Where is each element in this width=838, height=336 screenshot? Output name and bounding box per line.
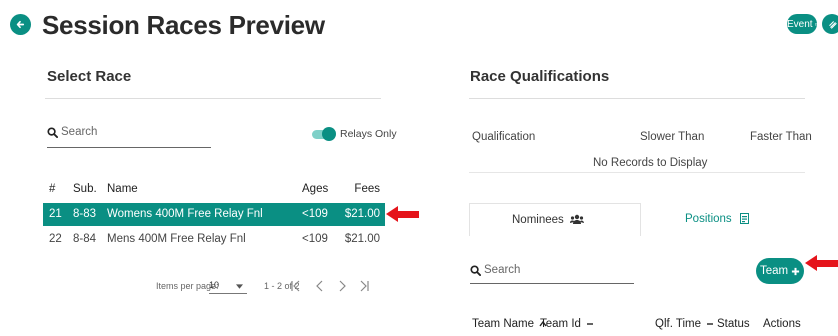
col-slower-than: Slower Than bbox=[640, 131, 705, 143]
col-name: Name bbox=[107, 183, 138, 195]
col-num: # bbox=[49, 183, 56, 195]
first-page-icon[interactable] bbox=[291, 280, 301, 292]
sort-neutral-icon bbox=[587, 323, 594, 325]
row-ages: <109 bbox=[302, 233, 328, 245]
col-faster-than: Faster Than bbox=[750, 131, 812, 143]
tab-nominees[interactable]: Nominees bbox=[469, 203, 641, 236]
col-team-id-label: Team Id bbox=[540, 318, 581, 330]
divider bbox=[45, 98, 381, 99]
col-actions: Actions bbox=[763, 318, 801, 330]
tab-positions-label: Positions bbox=[685, 213, 732, 225]
team-search-input[interactable]: Search bbox=[484, 264, 520, 276]
event-button[interactable]: Event bbox=[787, 14, 817, 34]
row-num: 21 bbox=[49, 208, 62, 220]
select-race-title: Select Race bbox=[47, 68, 132, 85]
row-fees: $21.00 bbox=[344, 208, 380, 220]
empty-state-text: No Records to Display bbox=[593, 157, 708, 169]
col-qualification: Qualification bbox=[472, 131, 536, 143]
divider bbox=[469, 98, 805, 99]
row-fees: $21.00 bbox=[344, 233, 380, 245]
users-icon bbox=[570, 214, 584, 224]
tab-nominees-label: Nominees bbox=[512, 214, 564, 226]
calendar-icon bbox=[814, 22, 817, 26]
relays-only-label: Relays Only bbox=[340, 128, 397, 140]
event-button-label: Event bbox=[787, 18, 813, 30]
col-team-name-label: Team Name bbox=[472, 318, 534, 330]
row-sub: 8-83 bbox=[73, 208, 97, 220]
sort-neutral-icon bbox=[707, 323, 714, 325]
col-fees: Fees bbox=[354, 183, 380, 195]
row-sub: 8-84 bbox=[73, 233, 97, 245]
col-status: Status bbox=[717, 318, 750, 330]
previous-page-icon[interactable] bbox=[316, 280, 324, 292]
col-team-name[interactable]: Team Name bbox=[472, 318, 547, 330]
plus-icon bbox=[791, 267, 800, 275]
row-name: Womens 400M Free Relay Fnl bbox=[107, 208, 263, 220]
toggle-thumb bbox=[322, 127, 336, 141]
paperclip-icon bbox=[828, 20, 837, 29]
link-button[interactable] bbox=[822, 14, 838, 34]
list-icon bbox=[740, 213, 749, 224]
col-qlf-time-label: Qlf. Time bbox=[655, 318, 702, 330]
next-page-icon[interactable] bbox=[338, 280, 346, 292]
relays-only-toggle[interactable] bbox=[312, 127, 336, 141]
search-icon bbox=[47, 127, 58, 138]
row-name: Mens 400M Free Relay Fnl bbox=[107, 233, 246, 245]
caret-down-icon bbox=[236, 284, 243, 289]
arrow-left-icon bbox=[16, 20, 25, 29]
last-page-icon[interactable] bbox=[359, 280, 369, 292]
col-team-id[interactable]: Team Id bbox=[540, 318, 594, 330]
team-search-field[interactable]: Search bbox=[470, 260, 634, 284]
row-ages: <109 bbox=[302, 208, 328, 220]
page-title: Session Races Preview bbox=[42, 10, 325, 40]
annotation-arrow-icon bbox=[386, 206, 420, 223]
items-per-page-select[interactable]: 10 bbox=[209, 277, 247, 294]
race-search-input[interactable]: Search bbox=[61, 126, 97, 138]
tab-positions[interactable]: Positions bbox=[641, 203, 805, 236]
race-qualifications-title: Race Qualifications bbox=[470, 68, 610, 85]
team-button-label: Team bbox=[759, 265, 789, 277]
annotation-arrow-icon bbox=[805, 255, 838, 272]
col-qlf-time[interactable]: Qlf. Time bbox=[655, 318, 714, 330]
row-num: 22 bbox=[49, 233, 62, 245]
add-team-button[interactable]: Team bbox=[756, 258, 804, 284]
back-button[interactable] bbox=[10, 14, 31, 35]
race-search-field[interactable]: Search bbox=[47, 124, 211, 148]
col-sub: Sub. bbox=[73, 183, 97, 195]
divider bbox=[469, 172, 805, 173]
col-ages: Ages bbox=[302, 183, 329, 195]
search-icon bbox=[470, 265, 481, 276]
items-per-page-value: 10 bbox=[209, 280, 220, 290]
